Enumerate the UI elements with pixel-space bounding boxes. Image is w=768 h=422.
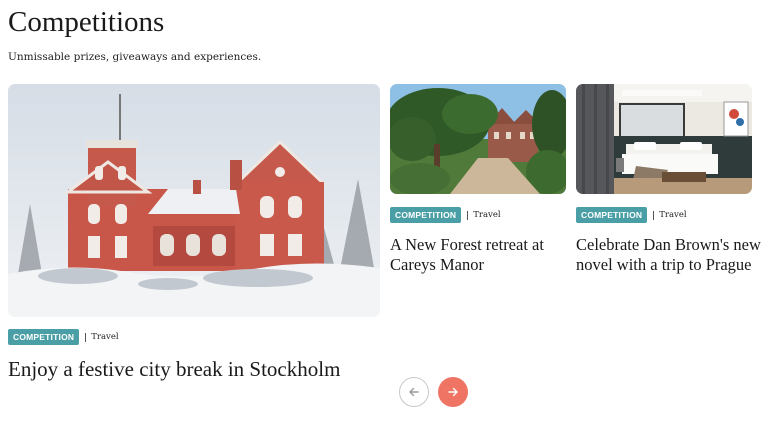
- competition-badge[interactable]: COMPETITION: [576, 207, 648, 223]
- card-image-careys-manor[interactable]: [390, 84, 566, 194]
- card-meta: COMPETITION Travel: [8, 329, 119, 345]
- competition-badge[interactable]: COMPETITION: [8, 329, 80, 345]
- competition-card-stockholm[interactable]: COMPETITION Travel Enjoy a festive city …: [8, 84, 380, 384]
- meta-divider: [467, 210, 469, 220]
- category-label[interactable]: Travel: [473, 210, 500, 220]
- page-subtitle: Unmissable prizes, giveaways and experie…: [8, 51, 262, 63]
- page-title: Competitions: [8, 6, 165, 38]
- competition-card-prague[interactable]: COMPETITION Travel Celebrate Dan Brown's…: [576, 84, 761, 284]
- card-meta: COMPETITION Travel: [576, 207, 687, 223]
- meta-divider: [85, 332, 87, 342]
- card-title[interactable]: A New Forest retreat at Careys Manor: [390, 235, 580, 275]
- carousel-next-button[interactable]: [438, 377, 468, 407]
- competition-badge[interactable]: COMPETITION: [390, 207, 462, 223]
- arrow-left-icon: [408, 386, 420, 398]
- meta-divider: [653, 210, 655, 220]
- card-meta: COMPETITION Travel: [390, 207, 501, 223]
- card-title[interactable]: Celebrate Dan Brown's new novel with a t…: [576, 235, 766, 275]
- arrow-right-icon: [447, 386, 459, 398]
- carousel-prev-button[interactable]: [399, 377, 429, 407]
- card-image-stockholm[interactable]: [8, 84, 380, 317]
- card-image-prague[interactable]: [576, 84, 752, 194]
- competition-card-careys-manor[interactable]: COMPETITION Travel A New Forest retreat …: [390, 84, 566, 284]
- category-label[interactable]: Travel: [91, 332, 118, 342]
- card-title[interactable]: Enjoy a festive city break in Stockholm: [8, 356, 340, 382]
- category-label[interactable]: Travel: [659, 210, 686, 220]
